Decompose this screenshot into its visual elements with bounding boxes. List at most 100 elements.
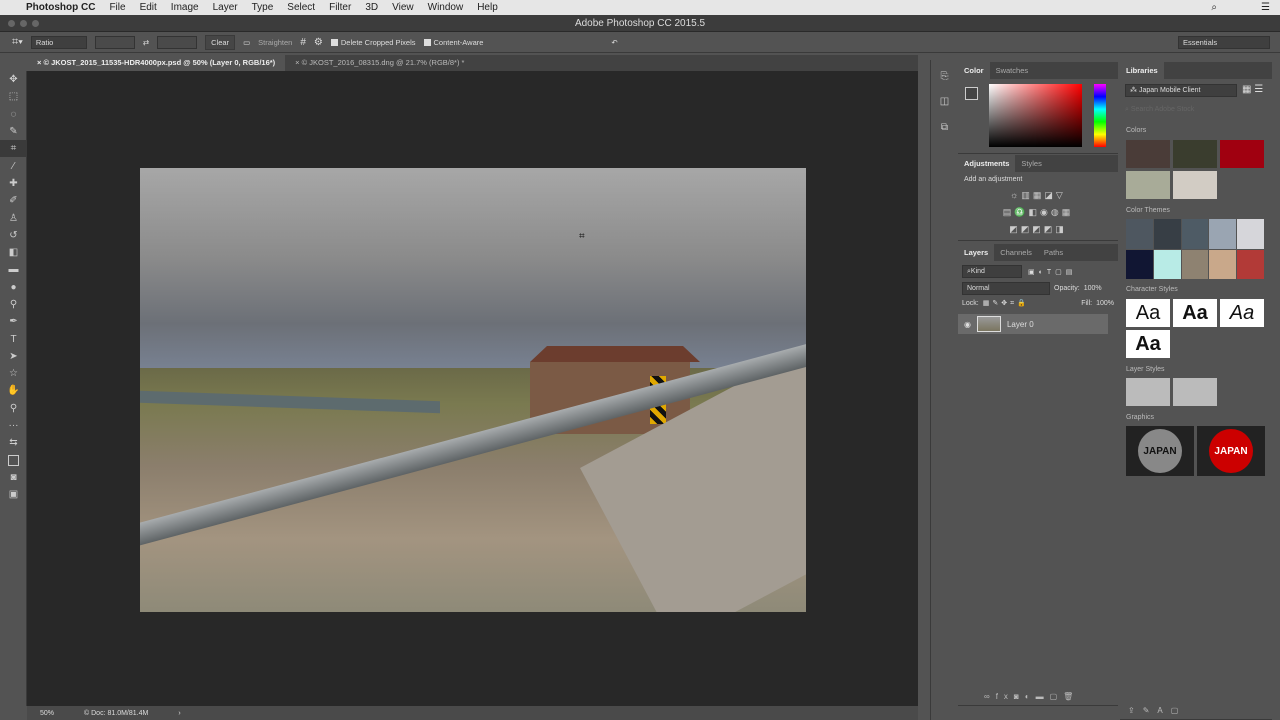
layer-style[interactable] — [1173, 378, 1217, 406]
menu-layer[interactable]: Layer — [213, 2, 238, 13]
reset-icon[interactable]: ↶ — [611, 38, 617, 47]
quick-select-tool-icon[interactable]: ✎ — [0, 123, 27, 140]
canvas-area[interactable]: ⌗ — [27, 71, 918, 706]
clear-button[interactable]: Clear — [205, 34, 236, 50]
search-icon[interactable]: ⌕ — [1211, 2, 1217, 13]
library-color[interactable] — [1173, 171, 1217, 199]
marquee-tool-icon[interactable]: ⬚ — [0, 88, 27, 105]
menu-edit[interactable]: Edit — [140, 2, 157, 13]
menu-type[interactable]: Type — [252, 2, 274, 13]
dodge-tool-icon[interactable]: ⚲ — [0, 296, 27, 313]
layer-row[interactable]: ◉ Layer 0 — [958, 314, 1108, 334]
default-colors-icon[interactable]: ⇆ — [0, 434, 27, 451]
libraries-footer-icons[interactable]: ⇪✎A▢ — [1128, 706, 1186, 715]
library-color[interactable] — [1126, 171, 1170, 199]
gear-icon[interactable]: ⚙ — [314, 37, 323, 48]
more-tools-icon[interactable]: ··· — [0, 417, 27, 434]
theme-swatch[interactable] — [1126, 219, 1153, 249]
delete-cropped-checkbox[interactable]: Delete Cropped Pixels — [330, 38, 416, 47]
character-style[interactable]: Aa — [1220, 299, 1264, 327]
graphic-japan-gray[interactable]: JAPAN — [1126, 426, 1194, 476]
straighten-icon[interactable]: ▭ — [243, 38, 250, 47]
layer-filter-select[interactable]: ⌕Kind — [962, 265, 1022, 278]
minimize-window-button[interactable] — [20, 20, 27, 27]
tab-styles[interactable]: Styles — [1015, 155, 1047, 172]
crop-tool-preset-icon[interactable]: ⌗▾ — [12, 36, 23, 49]
screen-mode-icon[interactable]: ▣ — [0, 486, 27, 503]
menu-select[interactable]: Select — [287, 2, 315, 13]
character-style[interactable]: Aa — [1173, 299, 1217, 327]
theme-swatch[interactable] — [1181, 249, 1209, 279]
menu-view[interactable]: View — [392, 2, 414, 13]
adjustment-icons-row-2[interactable]: ▤♎◧◉◍▦ — [958, 204, 1118, 221]
type-tool-icon[interactable]: T — [0, 330, 27, 347]
hand-tool-icon[interactable]: ✋ — [0, 382, 27, 399]
doc-size[interactable]: © Doc: 81.0M/81.4M — [84, 710, 148, 717]
menu-window[interactable]: Window — [428, 2, 464, 13]
library-color[interactable] — [1220, 140, 1264, 168]
eyedropper-tool-icon[interactable]: ⁄ — [0, 157, 27, 174]
menu-filter[interactable]: Filter — [329, 2, 351, 13]
crop-tool-icon[interactable]: ⌗ — [0, 140, 27, 158]
lasso-tool-icon[interactable]: ◌ — [0, 106, 27, 123]
menu-file[interactable]: File — [109, 2, 125, 13]
history-panel-icon[interactable]: ⎘ — [931, 68, 958, 85]
gradient-tool-icon[interactable]: ▬ — [0, 261, 27, 278]
theme-swatch[interactable] — [1209, 219, 1237, 249]
tab-color[interactable]: Color — [958, 62, 990, 79]
layer-name[interactable]: Layer 0 — [1007, 320, 1034, 329]
theme-swatch[interactable] — [1237, 249, 1264, 279]
blur-tool-icon[interactable]: ● — [0, 279, 27, 296]
shape-tool-icon[interactable]: ☆ — [0, 365, 27, 382]
theme-swatch[interactable] — [1153, 249, 1181, 279]
hue-slider[interactable] — [1094, 84, 1106, 147]
tab-swatches[interactable]: Swatches — [990, 62, 1035, 79]
theme-swatch[interactable] — [1237, 219, 1264, 249]
color-themes[interactable] — [1126, 219, 1264, 279]
straighten-button[interactable]: Straighten — [258, 38, 292, 47]
stamp-tool-icon[interactable]: ♙ — [0, 209, 27, 226]
libraries-panel-icon[interactable]: ⧉ — [931, 119, 958, 136]
tab-layers[interactable]: Layers — [958, 244, 995, 261]
layer-footer-icons[interactable]: ∞fx◙◐▬▢🗑 — [984, 692, 1079, 701]
color-field[interactable] — [989, 84, 1082, 147]
healing-tool-icon[interactable]: ✚ — [0, 175, 27, 192]
character-style[interactable]: Aa — [1126, 330, 1170, 358]
zoom-window-button[interactable] — [32, 20, 39, 27]
ratio-select[interactable]: Ratio — [30, 35, 87, 49]
menu-app[interactable]: Photoshop CC — [26, 2, 95, 13]
menu-3d[interactable]: 3D — [365, 2, 378, 13]
theme-swatch[interactable] — [1181, 219, 1209, 249]
library-color[interactable] — [1173, 140, 1217, 168]
library-color[interactable] — [1126, 140, 1170, 168]
brush-tool-icon[interactable]: ✐ — [0, 192, 27, 209]
workspace-select[interactable]: Essentials — [1178, 35, 1270, 49]
character-style[interactable]: Aa — [1126, 299, 1170, 327]
menu-help[interactable]: Help — [477, 2, 498, 13]
properties-panel-icon[interactable]: ◫ — [931, 93, 958, 110]
adjustment-icons-row-1[interactable]: ☼▥▦◪▽ — [958, 187, 1118, 204]
tab-paths[interactable]: Paths — [1038, 244, 1069, 261]
theme-swatch[interactable] — [1153, 219, 1181, 249]
foreground-color[interactable] — [965, 87, 978, 100]
tab-channels[interactable]: Channels — [994, 244, 1038, 261]
color-swatches-icon[interactable] — [0, 452, 27, 469]
menu-list-icon[interactable]: ☰ — [1261, 2, 1270, 13]
zoom-tool-icon[interactable]: ⚲ — [0, 400, 27, 417]
library-select[interactable]: ⁂ Japan Mobile Client — [1125, 84, 1237, 97]
close-window-button[interactable] — [8, 20, 15, 27]
move-tool-icon[interactable]: ✥ — [0, 71, 27, 88]
menu-image[interactable]: Image — [171, 2, 199, 13]
tab-libraries[interactable]: Libraries — [1120, 62, 1164, 79]
width-input[interactable] — [94, 35, 135, 49]
status-arrow-icon[interactable]: › — [178, 710, 180, 717]
content-aware-checkbox[interactable]: Content-Aware — [423, 38, 483, 47]
zoom-level[interactable]: 50% — [40, 710, 54, 717]
eye-icon[interactable]: ◉ — [964, 320, 971, 329]
tab-document-1[interactable]: × © JKOST_2015_11535-HDR4000px.psd @ 50%… — [27, 55, 286, 71]
document-image[interactable] — [140, 168, 806, 612]
overlay-grid-icon[interactable]: # — [300, 37, 306, 48]
theme-swatch[interactable] — [1209, 249, 1237, 279]
quick-mask-icon[interactable]: ◙ — [0, 469, 27, 486]
pen-tool-icon[interactable]: ✒ — [0, 313, 27, 330]
